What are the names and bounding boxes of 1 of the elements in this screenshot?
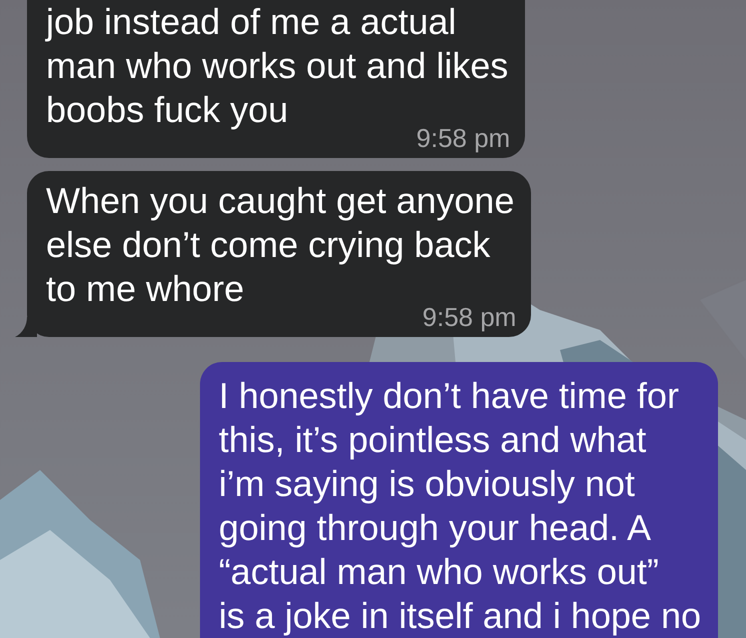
- message-text: I honestly don’t have time for this, it’s pointless and what i’m saying is obviously not going through your head. A “actual man who works out” is a joke in itself and i hope no: [218, 374, 701, 638]
